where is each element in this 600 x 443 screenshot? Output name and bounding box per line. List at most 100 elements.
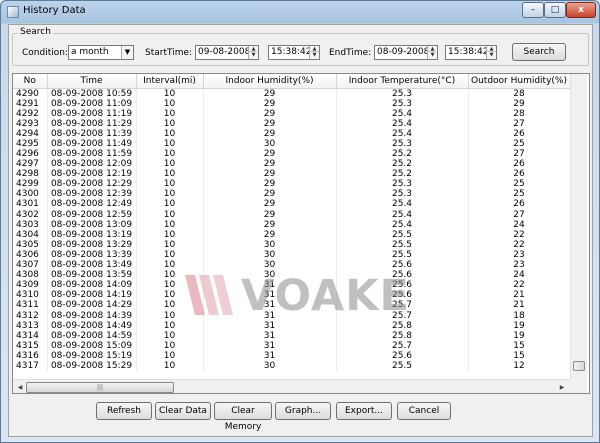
table-cell: 4299	[13, 179, 48, 190]
graph-button[interactable]: Graph...	[275, 402, 331, 420]
table-cell: 08-09-2008 13:49	[47, 260, 137, 271]
column-header[interactable]: Interval(mi)	[136, 74, 204, 89]
table-row[interactable]: 4316 08-09-2008 15:19 10 31 25.6 15	[13, 350, 571, 361]
table-cell: 4316	[13, 350, 48, 361]
spin-down-icon[interactable]: ▼	[428, 52, 437, 58]
table-row[interactable]: 4314 08-09-2008 14:59 10 31 25.8 19	[13, 330, 571, 341]
start-date-spinner[interactable]: ▲ ▼	[248, 46, 258, 59]
table-cell: 08-09-2008 15:09	[47, 340, 137, 351]
spin-down-icon[interactable]: ▼	[310, 52, 319, 58]
column-header[interactable]: Time	[47, 74, 137, 89]
column-header[interactable]: Indoor Temperature(°C)	[336, 74, 469, 89]
table-cell: 10	[136, 179, 204, 190]
table-cell: 25.6	[336, 350, 469, 361]
table-cell: 31	[203, 320, 337, 331]
table-cell: 29	[203, 199, 337, 210]
table-row[interactable]: 4306 08-09-2008 13:39 10 30 25.5 23	[13, 249, 571, 260]
clear-data-button[interactable]: Clear Data	[155, 402, 211, 420]
table-cell: 08-09-2008 10:59	[47, 88, 137, 99]
table-row[interactable]: 4301 08-09-2008 12:49 10 29 25.4 26	[13, 199, 571, 210]
export-button[interactable]: Export...	[336, 402, 392, 420]
maximize-button[interactable]: □	[544, 2, 566, 18]
table-row[interactable]: 4315 08-09-2008 15:09 10 31 25.7 15	[13, 340, 571, 351]
spin-down-icon[interactable]: ▼	[487, 52, 496, 58]
table-cell: 4309	[13, 280, 48, 291]
table-cell: 08-09-2008 15:29	[47, 360, 137, 372]
table-cell: 26	[468, 128, 571, 139]
table-row[interactable]: 4294 08-09-2008 11:39 10 29 25.4 26	[13, 128, 571, 139]
table-row[interactable]: 4300 08-09-2008 12:39 10 29 25.3 25	[13, 189, 571, 200]
table-row[interactable]: 4293 08-09-2008 11:29 10 29 25.4 27	[13, 118, 571, 129]
minimize-button[interactable]: –	[522, 2, 544, 18]
column-header[interactable]: No	[13, 74, 48, 89]
table-cell: 10	[136, 239, 204, 250]
column-header[interactable]: Outdoor Humidity(%)	[468, 74, 571, 89]
table-row[interactable]: 4291 08-09-2008 11:09 10 29 25.3 29	[13, 98, 571, 109]
table-row[interactable]: 4310 08-09-2008 14:19 10 31 25.6 21	[13, 290, 571, 301]
table-cell: 25.2	[336, 148, 469, 160]
table-cell: 29	[203, 148, 337, 160]
table-row[interactable]: 4307 08-09-2008 13:49 10 30 25.6 23	[13, 260, 571, 271]
table-row[interactable]: 4304 08-09-2008 13:19 10 29 25.5 22	[13, 229, 571, 240]
table-cell: 21	[468, 290, 571, 301]
table-cell: 29	[203, 189, 337, 200]
search-button[interactable]: Search	[512, 43, 566, 61]
table-row[interactable]: 4292 08-09-2008 11:19 10 29 25.4 28	[13, 108, 571, 119]
horizontal-scrollbar[interactable]: ◀ ||| ▶	[13, 379, 570, 393]
table-row[interactable]: 4311 08-09-2008 14:29 10 31 25.7 21	[13, 300, 571, 311]
title-bar[interactable]: History Data – □ x	[1, 1, 599, 23]
table-cell: 31	[203, 310, 337, 321]
table-cell: 23	[468, 249, 571, 260]
table-cell: 4317	[13, 360, 48, 372]
cancel-button[interactable]: Cancel	[397, 402, 451, 420]
table-row[interactable]: 4298 08-09-2008 12:19 10 29 25.2 26	[13, 169, 571, 180]
horizontal-scroll-thumb[interactable]: |||	[26, 382, 174, 393]
clear-memory-button[interactable]: Clear Memory	[214, 402, 272, 432]
start-date-picker[interactable]: 09-08-2008 ▲ ▼	[195, 45, 259, 60]
column-header[interactable]: Indoor Humidity(%)	[203, 74, 337, 89]
table-row[interactable]: 4309 08-09-2008 14:09 10 31 25.6 22	[13, 280, 571, 291]
end-time-spinner[interactable]: ▲ ▼	[486, 46, 496, 59]
table-cell: 31	[203, 340, 337, 351]
table-row[interactable]: 4313 08-09-2008 14:49 10 31 25.8 19	[13, 320, 571, 331]
table-cell: 25.2	[336, 159, 469, 170]
chevron-down-icon[interactable]: ▼	[121, 46, 133, 59]
table-row[interactable]: 4302 08-09-2008 12:59 10 29 25.4 27	[13, 209, 571, 220]
table-row[interactable]: 4317 08-09-2008 15:29 10 30 25.5 12	[13, 360, 571, 372]
table-cell: 29	[203, 169, 337, 180]
table-row[interactable]: 4303 08-09-2008 13:09 10 29 25.4 24	[13, 219, 571, 230]
table-cell: 4291	[13, 98, 48, 109]
scroll-right-icon[interactable]: ▶	[556, 382, 568, 393]
history-data-table[interactable]: No Time Interval(mi) Indoor Humidity(%) Indo…	[12, 73, 590, 394]
table-row[interactable]: 4296 08-09-2008 11:59 10 29 25.2 27	[13, 148, 571, 160]
table-row[interactable]: 4312 08-09-2008 14:39 10 31 25.7 18	[13, 310, 571, 321]
end-date-spinner[interactable]: ▲ ▼	[427, 46, 437, 59]
table-cell: 4307	[13, 260, 48, 271]
table-cell: 4304	[13, 229, 48, 240]
table-row[interactable]: 4297 08-09-2008 12:09 10 29 25.2 26	[13, 159, 571, 170]
table-cell: 08-09-2008 14:19	[47, 290, 137, 301]
table-cell: 10	[136, 138, 204, 149]
table-cell: 08-09-2008 13:19	[47, 229, 137, 240]
end-time-picker[interactable]: 15:38:42 ▲ ▼	[445, 45, 497, 60]
table-cell: 25.4	[336, 199, 469, 210]
refresh-button[interactable]: Refresh	[96, 402, 152, 420]
spin-down-icon[interactable]: ▼	[249, 52, 258, 58]
vertical-scroll-thumb[interactable]	[573, 361, 585, 371]
table-cell: 08-09-2008 13:29	[47, 239, 137, 250]
table-row[interactable]: 4299 08-09-2008 12:29 10 29 25.3 25	[13, 179, 571, 190]
table-row[interactable]: 4290 08-09-2008 10:59 10 29 25.3 28	[13, 88, 571, 99]
close-button[interactable]: x	[566, 2, 596, 18]
table-cell: 10	[136, 350, 204, 361]
condition-dropdown[interactable]: a month ▼	[68, 45, 134, 60]
scroll-left-icon[interactable]: ◀	[14, 382, 26, 393]
table-row[interactable]: 4308 08-09-2008 13:59 10 30 25.6 24	[13, 270, 571, 281]
table-row[interactable]: 4295 08-09-2008 11:49 10 30 25.3 25	[13, 138, 571, 149]
table-row[interactable]: 4305 08-09-2008 13:29 10 30 25.5 22	[13, 239, 571, 250]
table-cell: 25.5	[336, 249, 469, 260]
start-time-picker[interactable]: 15:38:42 ▲ ▼	[268, 45, 320, 60]
end-date-picker[interactable]: 08-09-2008 ▲ ▼	[374, 45, 438, 60]
vertical-scrollbar[interactable]	[570, 74, 587, 379]
start-time-spinner[interactable]: ▲ ▼	[309, 46, 319, 59]
table-cell: 08-09-2008 11:59	[47, 148, 137, 160]
